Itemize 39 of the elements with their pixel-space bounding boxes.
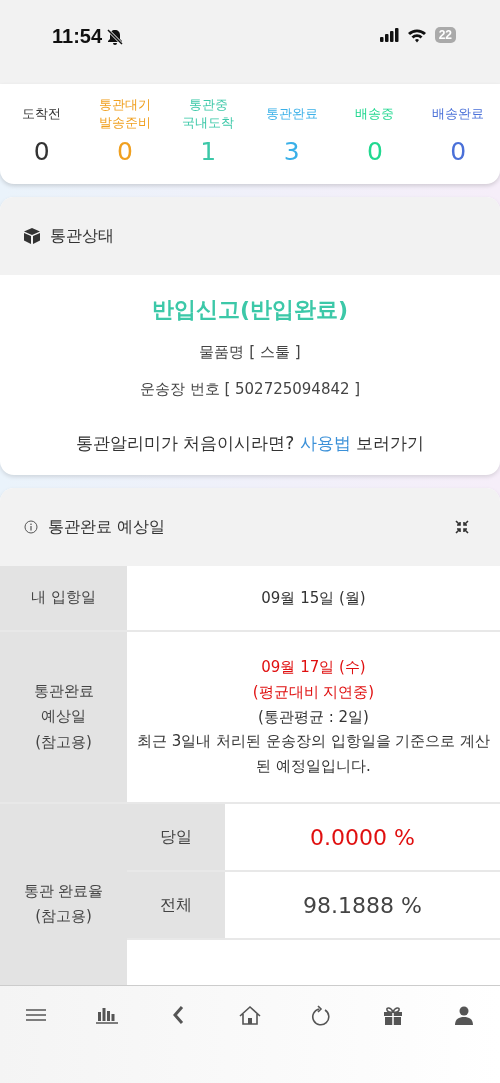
status-count: 0	[367, 137, 383, 166]
status-count: 3	[283, 137, 300, 166]
status-count: 0	[450, 137, 467, 166]
delay-notice: (평균대비 지연중)	[252, 681, 375, 703]
rate-value: 0.0000 %	[309, 823, 416, 852]
status-count: 1	[200, 137, 217, 166]
arrival-date: 09월 15일 (월)	[261, 587, 366, 609]
status-count: 0	[117, 137, 133, 166]
box-icon	[24, 228, 40, 244]
section-title: 통관완료 예상일	[48, 516, 166, 538]
estimate-text: (통관평균 : 2일)	[258, 706, 369, 728]
rate-label: 당일	[127, 804, 225, 870]
rate-label: 전체	[127, 872, 225, 938]
info-icon	[24, 520, 38, 534]
status-text: 반입신고(반입완료)	[151, 296, 349, 324]
status-label: 통관중 국내도착	[182, 95, 235, 132]
row-label: 내 입항일	[0, 566, 127, 630]
status-label: 배송중	[355, 104, 395, 123]
delay-notice: 09월 17일 (수)	[261, 657, 366, 679]
section-title: 통관상태	[50, 225, 114, 247]
clock-time: 11:54	[52, 25, 103, 48]
signal-icon	[379, 28, 399, 42]
rate-value: 98.1888 %	[302, 891, 423, 920]
wifi-icon	[406, 27, 427, 43]
status-label: 통관대기 발송준비	[99, 95, 151, 132]
usage-link[interactable]: 사용법	[299, 433, 351, 453]
bell-off-icon	[106, 27, 125, 46]
row-label: 통관완료 예상일 (참고용)	[0, 632, 127, 802]
collapse-icon	[455, 520, 469, 534]
status-count: 0	[33, 137, 50, 166]
battery-indicator: 22	[434, 27, 456, 43]
status-label: 배송완료	[432, 104, 485, 123]
home-icon	[237, 1004, 262, 1026]
status-label: 통관완료	[265, 104, 318, 123]
estimate-text: 최근 3일내 처리된 운송장의 입항일을 기준으로 계산된 예정일입니다.	[135, 731, 492, 778]
guide-text: 통관알리미가 처음이시라면? 사용법 보러가기	[75, 432, 425, 455]
status-label: 도착전	[22, 104, 62, 123]
item-name: 물품명 [ 스툴 ]	[199, 343, 301, 362]
waybill-number: 운송장 번호 [ 502725094842 ]	[139, 380, 361, 399]
